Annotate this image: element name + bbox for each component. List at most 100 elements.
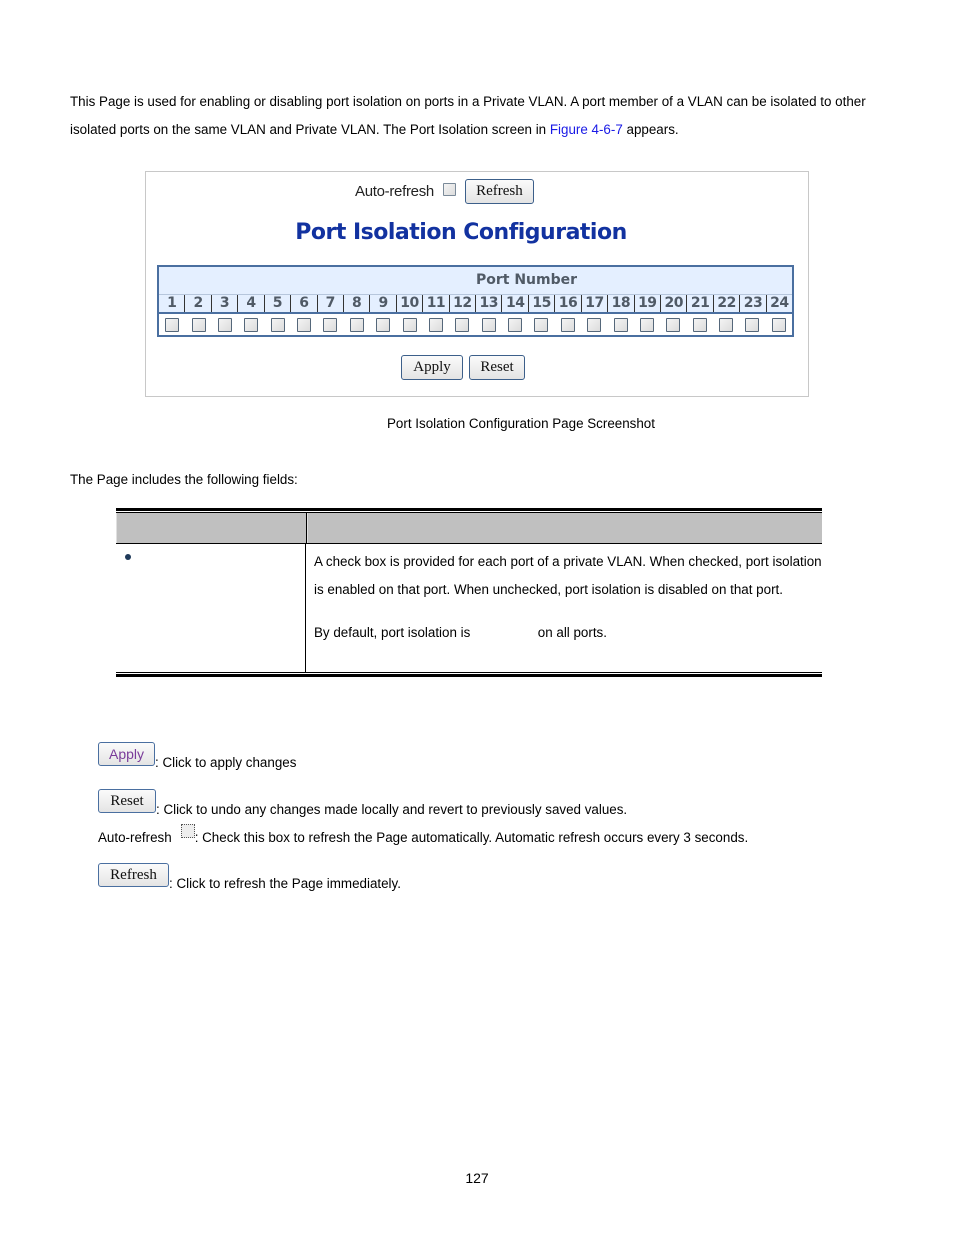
port-cell-22 <box>713 317 739 332</box>
legend-reset-button[interactable]: Reset <box>98 789 156 813</box>
port-number-15: 15 <box>527 295 554 312</box>
description-p2: By default, port isolation is on all por… <box>314 619 822 647</box>
port-checkbox-2[interactable] <box>191 317 206 332</box>
port-cell-18 <box>607 317 633 332</box>
table-bottom-rule <box>116 672 822 677</box>
port-number-6: 6 <box>290 295 316 312</box>
fields-intro: The Page includes the following fields: <box>70 472 298 487</box>
port-checkbox-23[interactable] <box>745 317 760 332</box>
port-number-12: 12 <box>448 295 475 312</box>
config-title-wrap: Port Isolation Configuration <box>146 220 808 245</box>
port-number-22: 22 <box>712 295 739 312</box>
default-text-end: on all ports. <box>534 625 607 640</box>
port-cell-16 <box>555 317 581 332</box>
port-checkbox-12[interactable] <box>455 317 470 332</box>
port-cell-14 <box>502 317 528 332</box>
port-cell-13 <box>476 317 502 332</box>
page-number: 127 <box>465 1170 489 1186</box>
refresh-button[interactable]: Refresh <box>464 178 534 204</box>
port-checkbox-15[interactable] <box>534 317 549 332</box>
port-checkbox-4[interactable] <box>244 317 259 332</box>
port-cell-15 <box>528 317 554 332</box>
reset-button[interactable]: Reset <box>469 355 525 380</box>
bullet-icon <box>125 554 131 560</box>
port-checkbox-22[interactable] <box>719 317 734 332</box>
port-checkbox-10[interactable] <box>402 317 417 332</box>
port-checkbox-8[interactable] <box>349 317 364 332</box>
port-number-1: 1 <box>167 295 177 311</box>
description-cell: A check box is provided for each port of… <box>306 544 822 672</box>
port-checkbox-9[interactable] <box>376 317 391 332</box>
legend-auto-label: Auto-refresh <box>98 830 172 845</box>
legend-auto-refresh: Auto-refresh : Check this box to refresh… <box>98 823 748 845</box>
port-cell-12 <box>449 317 475 332</box>
object-cell <box>116 544 306 672</box>
apply-button[interactable]: Apply <box>401 355 463 380</box>
port-cell-7 <box>317 317 343 332</box>
table-header-row <box>116 513 822 543</box>
port-number-17: 17 <box>580 295 607 312</box>
port-cell-19 <box>634 317 660 332</box>
legend-apply: Apply : Click to apply changes <box>98 742 296 770</box>
legend-refresh-text: : Click to refresh the Page immediately. <box>169 875 401 891</box>
auto-refresh-checkbox[interactable] <box>442 182 456 196</box>
port-checkbox-17[interactable] <box>587 317 602 332</box>
port-checkbox-19[interactable] <box>639 317 654 332</box>
port-number-21: 21 <box>686 295 712 312</box>
port-number-13: 13 <box>475 295 501 312</box>
port-cell-10 <box>396 317 422 332</box>
port-checkbox-20[interactable] <box>666 317 681 332</box>
port-number-14: 14 <box>501 295 527 312</box>
port-cell-2 <box>185 317 211 332</box>
port-cell-8 <box>344 317 370 332</box>
port-table: Port Number 1 2 3 4 5 6 7 8 9 10 11 12 13 14 15 16 17 18 1… <box>157 265 794 337</box>
port-number-5: 5 <box>263 295 290 312</box>
intro-text-end: appears. <box>622 122 679 137</box>
port-number-19: 19 <box>633 295 660 312</box>
legend-refresh: Refresh : Click to refresh the Page imme… <box>98 863 401 891</box>
port-checkbox-7[interactable] <box>323 317 338 332</box>
port-number-24: 24 <box>765 295 792 312</box>
port-checkbox-18[interactable] <box>613 317 628 332</box>
figure-caption: Port Isolation Configuration Page Screen… <box>387 416 655 431</box>
port-number-7: 7 <box>316 295 343 312</box>
port-cell-9 <box>370 317 396 332</box>
header-description <box>307 513 822 543</box>
port-number-10: 10 <box>395 295 422 312</box>
figure-link[interactable]: Figure 4-6-7 <box>550 122 623 137</box>
description-p1: A check box is provided for each port of… <box>314 554 822 597</box>
port-checkbox-16[interactable] <box>560 317 575 332</box>
port-isolation-screenshot: Auto-refresh Refresh Port Isolation Conf… <box>145 171 809 397</box>
port-number-4: 4 <box>237 295 263 312</box>
port-number-20: 20 <box>660 295 686 312</box>
port-cell-21 <box>687 317 713 332</box>
intro-text: This Page is used for enabling or disabl… <box>70 94 866 137</box>
legend-reset-text: : Click to undo any changes made locally… <box>156 801 628 817</box>
port-checkbox-6[interactable] <box>297 317 312 332</box>
port-checkbox-11[interactable] <box>428 317 443 332</box>
legend-auto-checkbox[interactable] <box>180 823 195 838</box>
port-checkbox-5[interactable] <box>270 317 285 332</box>
port-checkbox-3[interactable] <box>217 317 232 332</box>
port-checkbox-13[interactable] <box>481 317 496 332</box>
port-cell-5 <box>265 317 291 332</box>
port-number-row: 1 2 3 4 5 6 7 8 9 10 11 12 13 14 15 16 17 18 19 20 21 22 23 24 <box>159 294 792 314</box>
port-checkbox-21[interactable] <box>692 317 707 332</box>
legend-refresh-button[interactable]: Refresh <box>98 863 169 887</box>
port-number-18: 18 <box>607 295 633 312</box>
port-cell-24 <box>766 317 792 332</box>
port-number-2: 2 <box>184 295 210 312</box>
port-cell-11 <box>423 317 449 332</box>
port-cell-20 <box>660 317 686 332</box>
port-number-3: 3 <box>210 295 237 312</box>
intro-paragraph: This Page is used for enabling or disabl… <box>70 88 890 144</box>
port-checkbox-24[interactable] <box>771 317 786 332</box>
port-checkbox-14[interactable] <box>508 317 523 332</box>
port-cell-23 <box>739 317 765 332</box>
port-number-23: 23 <box>739 295 765 312</box>
port-checkbox-1[interactable] <box>165 317 180 332</box>
legend-apply-button[interactable]: Apply <box>98 742 155 766</box>
header-object <box>116 513 307 543</box>
port-cell-6 <box>291 317 317 332</box>
port-checkbox-row <box>159 314 792 335</box>
